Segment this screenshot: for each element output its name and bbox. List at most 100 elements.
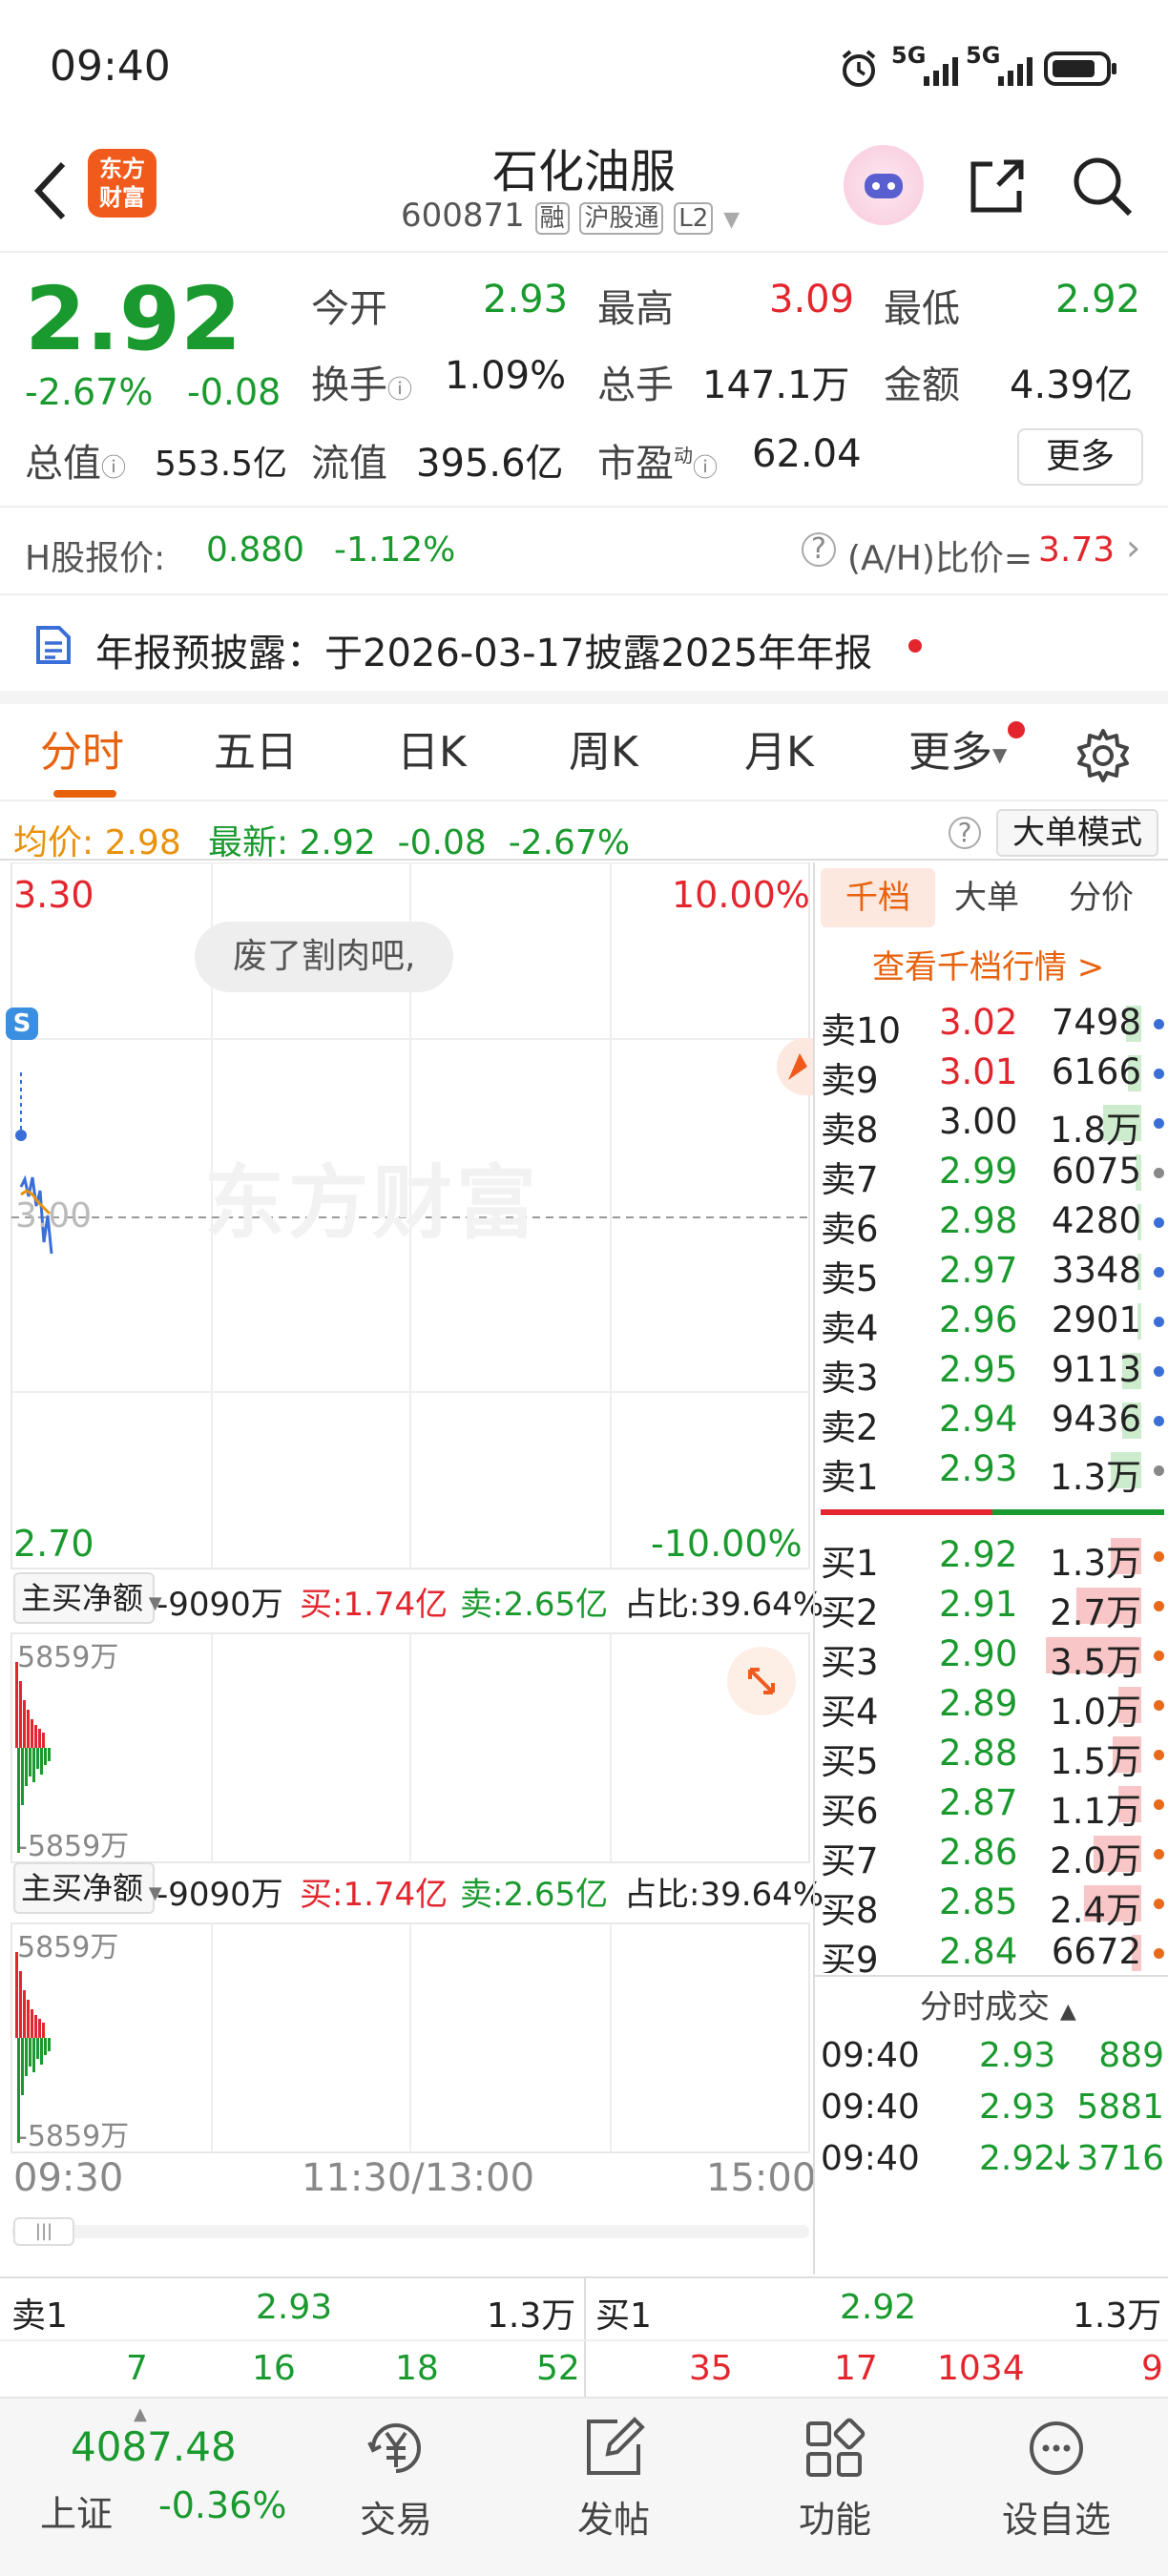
tab-daily-k[interactable]: 日K — [397, 704, 467, 801]
sell-queue-4: 52 — [536, 2349, 580, 2388]
ask-level-label: 卖7 — [821, 1159, 879, 1200]
spread-bar-red — [821, 1509, 992, 1515]
scroll-track[interactable] — [11, 2225, 809, 2238]
large-order-mode-button[interactable]: 大单模式 — [996, 809, 1158, 857]
info-icon[interactable]: ⓘ — [387, 376, 412, 405]
bid-row[interactable]: 买4 2.89 1.0万 — [815, 1679, 1168, 1733]
caret-down-icon: ▼ — [992, 743, 1008, 766]
bid-row[interactable]: 买7 2.86 2.0万 — [815, 1828, 1168, 1881]
indicator-select-2-label: 主买净额 — [21, 1870, 144, 1906]
nav-trade-label: 交易 — [359, 2499, 432, 2541]
bid-row[interactable]: 买8 2.85 2.4万 — [815, 1878, 1168, 1931]
chevron-right-icon[interactable]: › — [1126, 527, 1140, 569]
indicator-select-2[interactable]: 主买净额 ▼ — [13, 1862, 162, 1914]
bid-source-dot — [1154, 1700, 1164, 1711]
search-icon[interactable] — [1069, 153, 1136, 223]
ask-row[interactable]: 卖9 3.01 6166 — [815, 1048, 1168, 1101]
caret-up-icon-2: ▲ — [134, 2404, 147, 2424]
ask-volume: 1.8万 — [1050, 1110, 1141, 1151]
trade-marker[interactable]: S — [6, 1008, 38, 1040]
ask-source-dot — [1154, 1317, 1164, 1327]
ask-row[interactable]: 卖4 2.96 2901 — [815, 1296, 1168, 1349]
ask-price: 2.93 — [939, 1448, 1018, 1489]
grid-icon — [806, 2418, 866, 2477]
index-name[interactable]: 上证 — [40, 2484, 113, 2537]
comment-bubble[interactable]: 废了割肉吧, — [195, 922, 454, 992]
trade-volume: 889 — [1098, 2036, 1164, 2075]
gear-icon[interactable] — [1074, 727, 1132, 788]
tab-intraday[interactable]: 分时 — [40, 704, 124, 801]
expand-icon[interactable] — [727, 1647, 796, 1715]
ask-row[interactable]: 卖3 2.95 9113 — [815, 1345, 1168, 1399]
tab-more[interactable]: 更多▼ — [908, 704, 1007, 801]
nav-functions[interactable]: 功能 — [763, 2399, 907, 2543]
bid-row[interactable]: 买9 2.84 6672 — [815, 1927, 1168, 1973]
bid-price: 2.88 — [939, 1733, 1018, 1774]
depth-link[interactable]: 查看千档行情 > — [872, 941, 1104, 987]
ask-source-dot — [1154, 1416, 1164, 1426]
index-value[interactable]: 4087.48 — [71, 2423, 237, 2470]
h-share-row[interactable]: H股报价: 0.880 -1.12% ? (A/H)比价= 3.73 › — [0, 509, 1168, 595]
ask-price: 2.94 — [939, 1399, 1018, 1440]
book-tab-depth[interactable]: 千档 — [821, 868, 935, 927]
bid-row[interactable]: 买3 2.90 3.5万 — [815, 1630, 1168, 1683]
change-pct: -2.67% — [25, 371, 154, 413]
bid-row[interactable]: 买5 2.88 1.5万 — [815, 1729, 1168, 1782]
trades-title[interactable]: 分时成交 ▲ — [920, 1981, 1076, 2027]
fold-tab-icon[interactable] — [777, 1038, 815, 1095]
ask-row[interactable]: 卖1 2.93 1.3万 — [815, 1444, 1168, 1498]
bid-row[interactable]: 买1 2.92 1.3万 — [815, 1530, 1168, 1584]
time-start: 09:30 — [13, 2156, 124, 2200]
scroll-handle[interactable]: ||| — [13, 2217, 74, 2246]
index-pct[interactable]: -0.36% — [158, 2484, 286, 2526]
bid-price: 2.92 — [939, 1534, 1018, 1575]
bid-source-dot — [1154, 1849, 1164, 1859]
info-icon-3[interactable]: ⓘ — [693, 454, 718, 483]
ask-source-dot — [1154, 1465, 1164, 1476]
help-icon-2[interactable]: ? — [949, 817, 981, 849]
bid-row[interactable]: 买2 2.91 2.7万 — [815, 1580, 1168, 1633]
tab-five-day[interactable]: 五日 — [214, 704, 298, 801]
ask-row[interactable]: 卖6 2.98 4280 — [815, 1196, 1168, 1250]
ask-row[interactable]: 卖2 2.94 9436 — [815, 1395, 1168, 1448]
more-button[interactable]: 更多 — [1017, 428, 1143, 486]
share-icon[interactable] — [964, 153, 1031, 223]
high-value: 3.09 — [769, 278, 855, 322]
ask-volume: 6075 — [1051, 1151, 1141, 1192]
chart-tabs: 分时 五日 日K 周K 月K 更多▼ — [0, 691, 1168, 801]
bid-level-label: 买7 — [821, 1840, 879, 1881]
book-tab-price[interactable]: 分价 — [1069, 868, 1134, 927]
annual-report-notice[interactable]: 年报预披露：于2026-03-17披露2025年年报 — [0, 595, 1168, 691]
help-icon[interactable]: ? — [802, 532, 836, 567]
nav-add-watchlist[interactable]: 设自选 — [985, 2399, 1128, 2543]
time-end: 15:00 — [706, 2156, 817, 2200]
assistant-avatar[interactable] — [844, 145, 924, 225]
nav-post[interactable]: 发帖 — [542, 2399, 685, 2543]
tab-weekly-k[interactable]: 周K — [569, 704, 638, 801]
ask-row[interactable]: 卖10 3.02 7498 — [815, 998, 1168, 1051]
panel2-net: -9090万 — [156, 1876, 283, 1914]
bid-level-label: 买4 — [821, 1692, 879, 1733]
nav-trade[interactable]: 交易 — [324, 2399, 468, 2543]
intraday-chart[interactable]: 东方财富 S 3.30 10.00% 3.00 2.70 -10.00% 废了割… — [0, 862, 824, 2275]
bid-price: 2.90 — [939, 1633, 1018, 1674]
indicator-select-1[interactable]: 主买净额 ▼ — [13, 1572, 162, 1624]
notice-text: 年报预披露：于2026-03-17披露2025年年报 — [95, 632, 873, 675]
trade-row: 09:40 2.93 889 — [815, 2032, 1168, 2084]
bid-level-label: 买3 — [821, 1642, 879, 1683]
bid-row[interactable]: 买6 2.87 1.1万 — [815, 1778, 1168, 1832]
info-icon-2[interactable]: ⓘ — [101, 454, 126, 483]
float-value: 395.6亿 — [416, 442, 564, 486]
h-share-label: H股报价: — [25, 539, 166, 578]
ask-row[interactable]: 卖8 3.00 1.8万 — [815, 1097, 1168, 1151]
book-tab-large[interactable]: 大单 — [954, 868, 1019, 927]
high-label: 最高 — [597, 287, 674, 331]
tab-monthly-k[interactable]: 月K — [744, 704, 814, 801]
ask-row[interactable]: 卖5 2.97 3348 — [815, 1246, 1168, 1299]
bid-list[interactable]: 买1 2.92 1.3万 买2 2.91 2.7万 买3 2.90 3.5万 买4 2.89 1.0万… — [815, 1530, 1168, 1973]
trade-price: 2.92 — [979, 2139, 1056, 2178]
ask-row[interactable]: 卖7 2.99 6075 — [815, 1147, 1168, 1200]
chevron-down-icon[interactable]: ▼ — [723, 208, 740, 232]
panel2-bars — [15, 1952, 51, 2143]
mcap-label: 总值ⓘ — [25, 432, 126, 488]
